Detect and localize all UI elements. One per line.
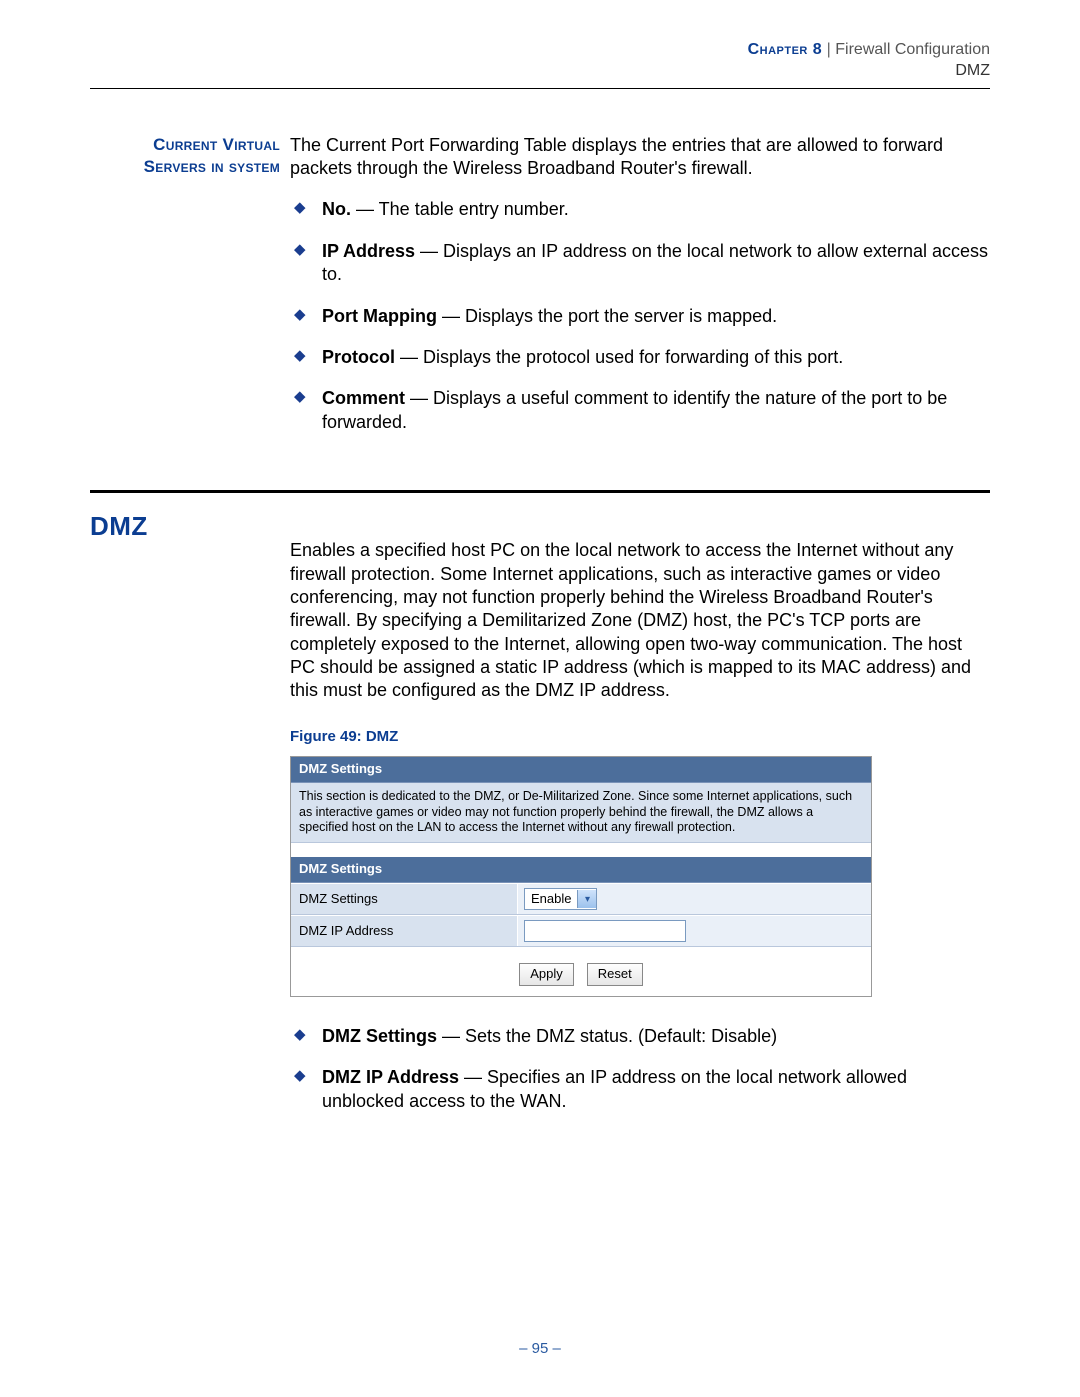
bullet-dmz-ip: DMZ IP Address — Specifies an IP address… xyxy=(318,1066,990,1113)
figure-caption: Figure 49: DMZ xyxy=(290,727,990,747)
panel-gap xyxy=(291,843,871,857)
section-current-virtual-servers: Current Virtual Servers in system The Cu… xyxy=(90,134,990,453)
page-header: Chapter 8 | Firewall Configuration DMZ xyxy=(90,40,990,82)
label-dmz-settings: DMZ Settings xyxy=(291,885,517,914)
dmz-ip-input[interactable] xyxy=(524,920,686,942)
bullet-no: No. — The table entry number. xyxy=(318,198,990,221)
bullet-ip-address: IP Address — Displays an IP address on t… xyxy=(318,240,990,287)
field-dmz-settings: Enable ▾ xyxy=(517,884,871,914)
term-ip: IP Address xyxy=(322,241,415,261)
button-row: Apply Reset xyxy=(291,947,871,996)
reset-button[interactable]: Reset xyxy=(587,963,643,986)
desc-port: — Displays the port the server is mapped… xyxy=(437,306,777,326)
bullet-comment: Comment — Displays a useful comment to i… xyxy=(318,387,990,434)
term-protocol: Protocol xyxy=(322,347,395,367)
header-separator: | xyxy=(827,41,836,58)
desc-dmz-settings: — Sets the DMZ status. (Default: Disable… xyxy=(437,1026,777,1046)
dmz-bullet-list: DMZ Settings — Sets the DMZ status. (Def… xyxy=(290,1025,990,1113)
dmz-settings-panel: DMZ Settings This section is dedicated t… xyxy=(290,756,872,997)
section-divider xyxy=(90,490,990,493)
chevron-down-icon: ▾ xyxy=(577,890,596,908)
form-row-dmz-settings: DMZ Settings Enable ▾ xyxy=(291,883,871,915)
desc-comment: — Displays a useful comment to identify … xyxy=(322,388,947,431)
chapter-name: Firewall Configuration xyxy=(835,41,990,58)
bullet-dmz-settings: DMZ Settings — Sets the DMZ status. (Def… xyxy=(318,1025,990,1048)
section1-body: The Current Port Forwarding Table displa… xyxy=(290,134,990,453)
desc-ip: — Displays an IP address on the local ne… xyxy=(322,241,988,284)
section1-bullet-list: No. — The table entry number. IP Address… xyxy=(290,198,990,434)
term-no: No. xyxy=(322,199,351,219)
term-dmz-settings: DMZ Settings xyxy=(322,1026,437,1046)
term-comment: Comment xyxy=(322,388,405,408)
bullet-port-mapping: Port Mapping — Displays the port the ser… xyxy=(318,305,990,328)
label-dmz-ip: DMZ IP Address xyxy=(291,917,517,946)
page-number: – 95 – xyxy=(0,1340,1080,1357)
dmz-settings-select[interactable]: Enable ▾ xyxy=(524,888,597,910)
panel-description: This section is dedicated to the DMZ, or… xyxy=(291,783,871,843)
field-dmz-ip xyxy=(517,916,871,946)
dmz-body: Enables a specified host PC on the local… xyxy=(290,511,990,1131)
header-rule xyxy=(90,88,990,89)
bullet-protocol: Protocol — Displays the protocol used fo… xyxy=(318,346,990,369)
header-subtitle: DMZ xyxy=(90,61,990,82)
panel-header-2: DMZ Settings xyxy=(291,857,871,883)
term-dmz-ip: DMZ IP Address xyxy=(322,1067,459,1087)
side-heading-line2: Servers in system xyxy=(144,157,280,176)
dmz-paragraph: Enables a specified host PC on the local… xyxy=(290,539,990,703)
side-heading: Current Virtual Servers in system xyxy=(90,134,290,178)
form-row-dmz-ip: DMZ IP Address xyxy=(291,915,871,947)
dmz-heading: DMZ xyxy=(90,511,290,542)
panel-header-1: DMZ Settings xyxy=(291,757,871,783)
term-port: Port Mapping xyxy=(322,306,437,326)
desc-no: — The table entry number. xyxy=(351,199,569,219)
apply-button[interactable]: Apply xyxy=(519,963,574,986)
chapter-label: Chapter 8 xyxy=(748,41,823,58)
side-heading-line1: Current Virtual xyxy=(153,135,280,154)
section-dmz: DMZ Enables a specified host PC on the l… xyxy=(90,511,990,1131)
section1-intro: The Current Port Forwarding Table displa… xyxy=(290,134,990,181)
desc-protocol: — Displays the protocol used for forward… xyxy=(395,347,843,367)
dmz-settings-value: Enable xyxy=(525,891,577,908)
